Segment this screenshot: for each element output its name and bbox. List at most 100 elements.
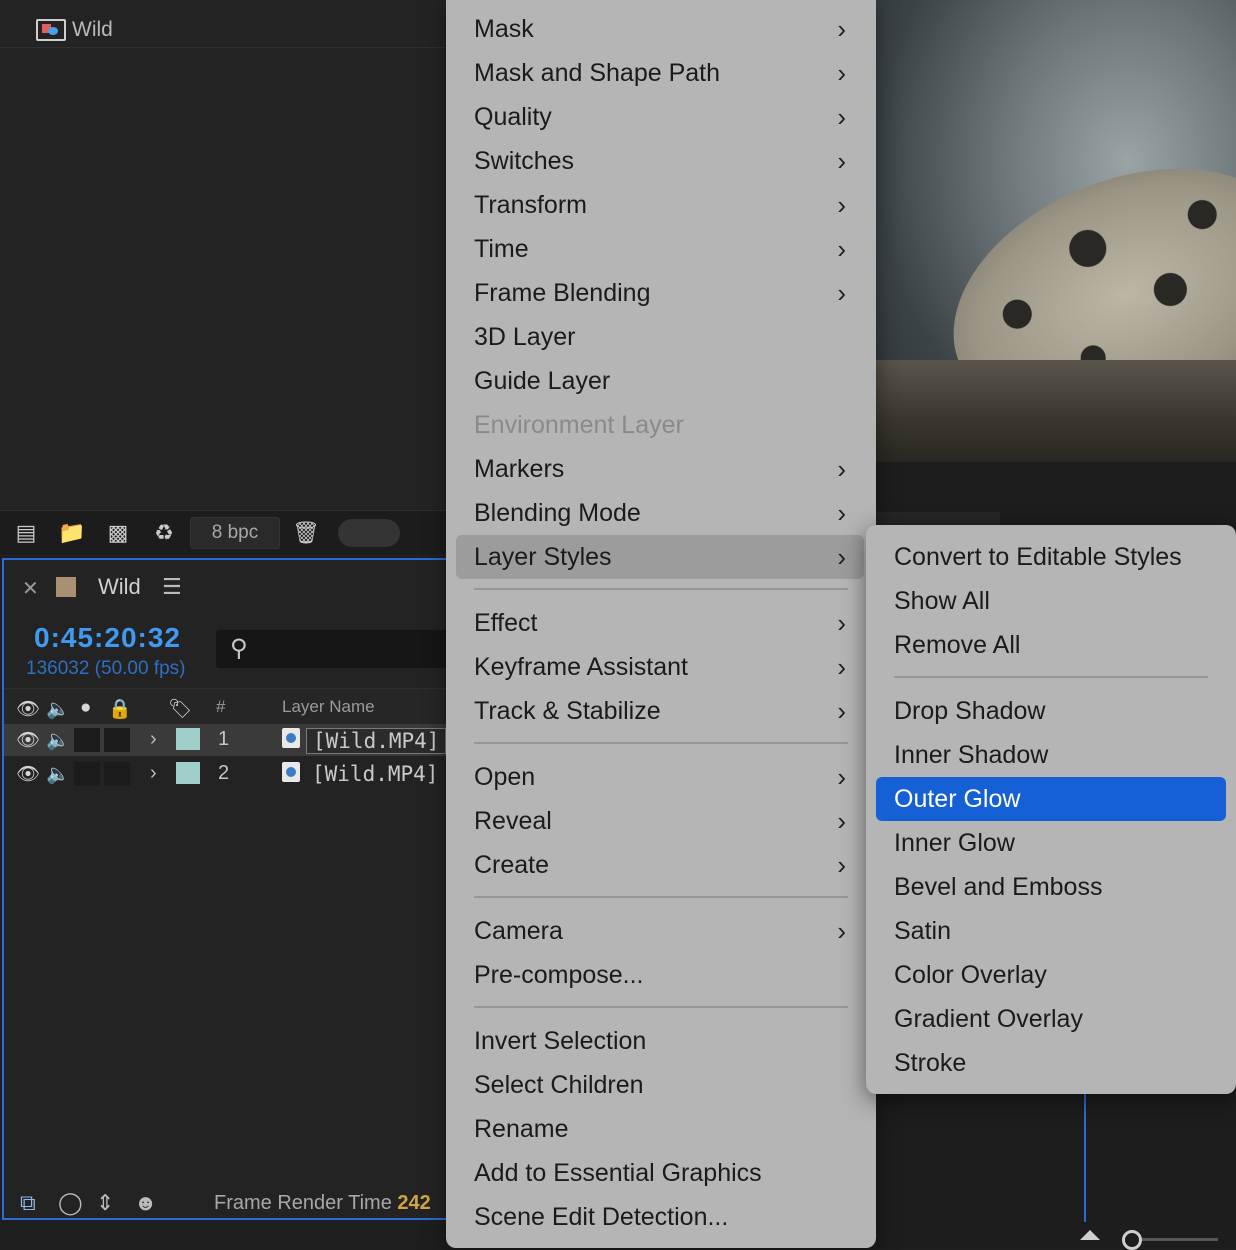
layer-number: 2 [218, 762, 230, 784]
chevron-right-icon: › [837, 696, 846, 726]
submenu-item-convert-to-editable-styles[interactable]: Convert to Editable Styles [876, 535, 1226, 579]
menu-item-transform[interactable]: Transform › [456, 183, 864, 227]
menu-item-rename[interactable]: Rename [456, 1107, 864, 1151]
timeline-tab-title[interactable]: Wild [98, 574, 141, 600]
layer-name-column-header[interactable]: Layer Name [282, 697, 375, 717]
submenu-item-satin[interactable]: Satin [876, 909, 1226, 953]
submenu-item-label: Remove All [894, 630, 1021, 659]
zoom-slider-track[interactable] [1134, 1238, 1218, 1241]
project-item-label: Wild [72, 18, 113, 41]
composition-navigator-icon[interactable]: ⧉ [20, 1190, 36, 1216]
eye-icon[interactable]: 👁 [16, 728, 40, 752]
menu-item-label: Mask and Shape Path [474, 58, 720, 87]
zoom-slider-handle[interactable] [1122, 1230, 1142, 1250]
submenu-item-inner-glow[interactable]: Inner Glow [876, 821, 1226, 865]
speaker-icon[interactable]: 🔈 [46, 728, 70, 752]
composition-color-swatch [56, 577, 76, 597]
layer-label-color[interactable] [176, 728, 200, 750]
composition-viewer[interactable] [876, 0, 1236, 462]
zoom-out-icon[interactable] [1080, 1230, 1100, 1240]
menu-item-label: Transform [474, 190, 587, 219]
menu-item-quality[interactable]: Quality › [456, 95, 864, 139]
layer-row[interactable]: 👁 🔈 › 2 [Wild.MP4] [4, 758, 446, 790]
menu-item-label: Layer Styles [474, 542, 612, 571]
current-time-indicator[interactable] [1084, 1090, 1086, 1222]
shy-layer-icon[interactable]: ☻ [134, 1190, 157, 1216]
close-tab-icon[interactable]: ✕ [22, 576, 39, 601]
submenu-item-stroke[interactable]: Stroke [876, 1041, 1226, 1085]
current-timecode[interactable]: 0:45:20:32 [34, 622, 181, 654]
menu-item-mask[interactable]: Mask › [456, 7, 864, 51]
solo-toggle[interactable] [74, 728, 100, 752]
submenu-item-outer-glow[interactable]: Outer Glow [876, 777, 1226, 821]
chevron-right-icon[interactable]: › [150, 728, 157, 751]
menu-item-open[interactable]: Open › [456, 755, 864, 799]
lock-toggle[interactable] [104, 728, 130, 752]
menu-item-frame-blending[interactable]: Frame Blending › [456, 271, 864, 315]
submenu-item-show-all[interactable]: Show All [876, 579, 1226, 623]
submenu-item-color-overlay[interactable]: Color Overlay [876, 953, 1226, 997]
menu-item-mask-and-shape-path[interactable]: Mask and Shape Path › [456, 51, 864, 95]
chevron-right-icon: › [837, 542, 846, 572]
layer-name[interactable]: [Wild.MP4] [312, 762, 438, 786]
speaker-icon[interactable]: 🔈 [46, 762, 70, 786]
layer-search-input[interactable]: ⚲ [216, 630, 452, 668]
divider [0, 47, 446, 48]
render-queue-icon[interactable]: ♻ [144, 517, 184, 549]
menu-item-label: Invert Selection [474, 1026, 647, 1055]
menu-item-scene-edit-detection[interactable]: Scene Edit Detection... [456, 1195, 864, 1239]
submenu-item-inner-shadow[interactable]: Inner Shadow [876, 733, 1226, 777]
menu-item-label: Mask [474, 14, 534, 43]
visibility-column-icon[interactable]: 👁 [16, 697, 40, 721]
chevron-right-icon[interactable]: › [150, 762, 157, 785]
project-item-wild[interactable]: Wild [36, 14, 113, 46]
menu-item-reveal[interactable]: Reveal › [456, 799, 864, 843]
lock-toggle[interactable] [104, 762, 130, 786]
submenu-item-remove-all[interactable]: Remove All [876, 623, 1226, 667]
eye-icon[interactable]: 👁 [16, 762, 40, 786]
solo-toggle[interactable] [74, 762, 100, 786]
menu-item-guide-layer[interactable]: Guide Layer [456, 359, 864, 403]
keyframe-icon[interactable]: ⇕ [96, 1190, 114, 1216]
label-column-icon[interactable]: 🏷 [168, 697, 192, 721]
lock-column-icon[interactable]: 🔒 [108, 697, 132, 721]
submenu-item-label: Drop Shadow [894, 696, 1046, 725]
new-composition-icon[interactable]: ▩ [98, 517, 138, 549]
menu-item-blending-mode[interactable]: Blending Mode › [456, 491, 864, 535]
audio-column-icon[interactable]: 🔈 [46, 697, 70, 721]
solo-column-icon[interactable]: ● [80, 697, 91, 719]
submenu-item-drop-shadow[interactable]: Drop Shadow [876, 689, 1226, 733]
menu-item-camera[interactable]: Camera › [456, 909, 864, 953]
menu-item-3d-layer[interactable]: 3D Layer [456, 315, 864, 359]
submenu-item-label: Inner Glow [894, 828, 1015, 857]
menu-item-add-to-essential-graphics[interactable]: Add to Essential Graphics [456, 1151, 864, 1195]
submenu-item-label: Convert to Editable Styles [894, 542, 1182, 571]
bit-depth-button[interactable]: 8 bpc [190, 517, 280, 549]
menu-item-time[interactable]: Time › [456, 227, 864, 271]
trash-icon[interactable]: 🗑 [286, 517, 326, 549]
submenu-item-label: Stroke [894, 1048, 967, 1077]
layer-styles-submenu: Convert to Editable Styles Show All Remo… [866, 525, 1236, 1094]
layer-label-color[interactable] [176, 762, 200, 784]
submenu-item-bevel-and-emboss[interactable]: Bevel and Emboss [876, 865, 1226, 909]
menu-item-keyframe-assistant[interactable]: Keyframe Assistant › [456, 645, 864, 689]
menu-item-invert-selection[interactable]: Invert Selection [456, 1019, 864, 1063]
menu-item-layer-styles[interactable]: Layer Styles › [456, 535, 864, 579]
layer-row[interactable]: 👁 🔈 › 1 [Wild.MP4] [4, 724, 447, 756]
footage-file-icon [282, 728, 300, 748]
menu-item-switches[interactable]: Switches › [456, 139, 864, 183]
menu-item-pre-compose[interactable]: Pre-compose... [456, 953, 864, 997]
menu-item-select-children[interactable]: Select Children [456, 1063, 864, 1107]
submenu-item-gradient-overlay[interactable]: Gradient Overlay [876, 997, 1226, 1041]
menu-item-create[interactable]: Create › [456, 843, 864, 887]
chevron-right-icon: › [837, 762, 846, 792]
shape-icon[interactable]: ◯ [58, 1190, 83, 1216]
menu-item-markers[interactable]: Markers › [456, 447, 864, 491]
menu-item-track-and-stabilize[interactable]: Track & Stabilize › [456, 689, 864, 733]
interpret-footage-icon[interactable]: ▤ [6, 517, 46, 549]
menu-item-effect[interactable]: Effect › [456, 601, 864, 645]
new-folder-icon[interactable]: 📁 [52, 517, 92, 549]
panel-menu-icon[interactable]: ☰ [162, 574, 182, 600]
layer-name[interactable]: [Wild.MP4] [306, 728, 447, 754]
toolbar-pill [338, 519, 400, 547]
